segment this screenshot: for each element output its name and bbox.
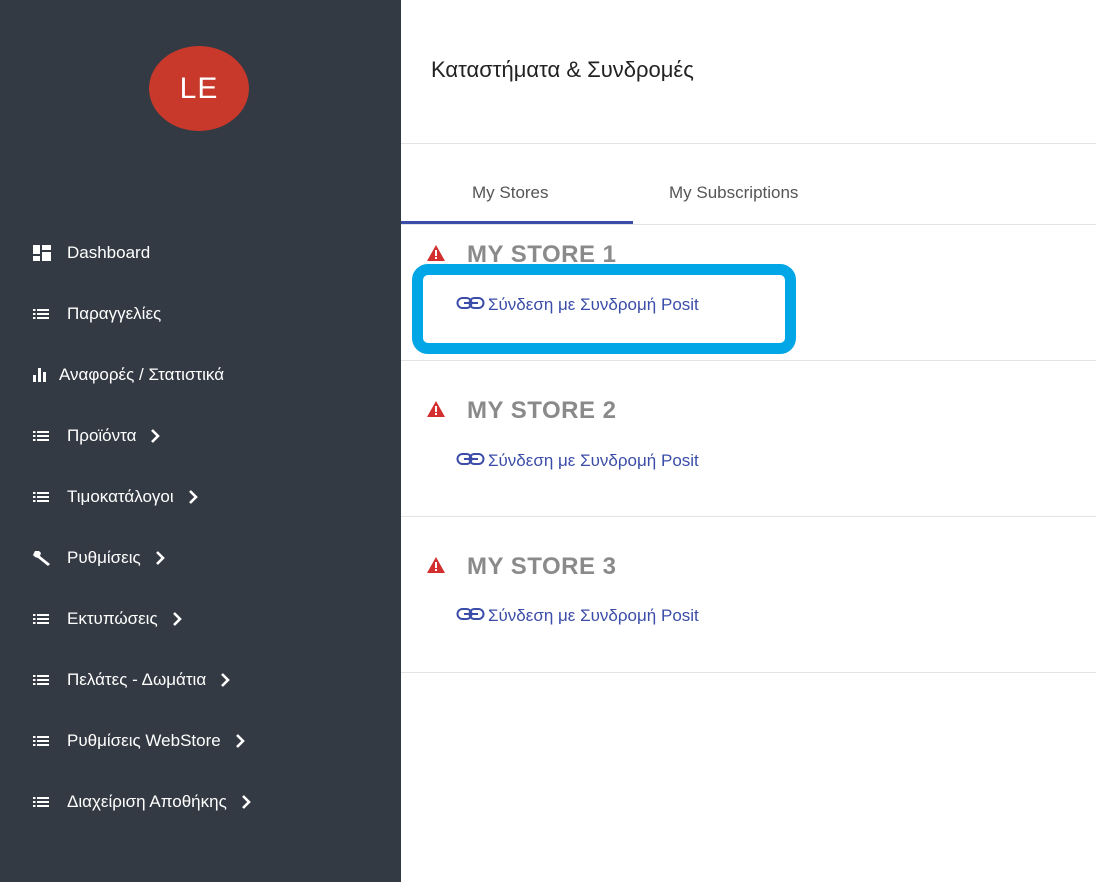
link-subscription-button[interactable]: Σύνδεση με Συνδρομή Posit: [456, 606, 699, 626]
store-name: MY STORE 2: [467, 397, 617, 424]
store-card: MY STORE 3 Σύνδεση με Συνδρομή Posit: [401, 517, 1096, 672]
sidebar-item-dashboard[interactable]: Dashboard: [0, 222, 401, 283]
sidebar-item-label: Τιμοκατάλογοι: [67, 486, 174, 506]
sidebar-item-orders[interactable]: Παραγγελίες: [0, 283, 401, 344]
chevron-right-icon: [235, 733, 245, 748]
link-icon: [456, 451, 488, 471]
sidebar-item-label: Αναφορές / Στατιστικά: [59, 364, 225, 384]
sidebar-nav: Dashboard Παραγγελίες Αναφορές / Στατιστ…: [0, 222, 401, 832]
link-label: Σύνδεση με Συνδρομή Posit: [488, 451, 699, 470]
list-icon: [33, 796, 59, 808]
tab-my-subscriptions[interactable]: My Subscriptions: [669, 163, 798, 224]
wrench-icon: [33, 549, 59, 567]
link-label: Σύνδεση με Συνδρομή Posit: [488, 606, 699, 625]
sidebar-item-pricelists[interactable]: Τιμοκατάλογοι: [0, 466, 401, 527]
sidebar-item-label: Ρυθμίσεις WebStore: [67, 730, 221, 750]
link-icon: [456, 606, 488, 626]
list-icon: [33, 308, 59, 320]
chevron-right-icon: [241, 794, 251, 809]
avatar[interactable]: LE: [149, 46, 249, 131]
chevron-right-icon: [150, 428, 161, 443]
sidebar-item-reports[interactable]: Αναφορές / Στατιστικά: [0, 344, 401, 405]
sidebar-item-webstore-settings[interactable]: Ρυθμίσεις WebStore: [0, 710, 401, 771]
sidebar-item-products[interactable]: Προϊόντα: [0, 405, 401, 466]
divider: [401, 143, 1096, 144]
tab-bar: My Stores My Subscriptions: [401, 163, 1096, 225]
store-name: MY STORE 3: [467, 553, 617, 580]
link-subscription-button[interactable]: Σύνδεση με Συνδρομή Posit: [456, 451, 699, 471]
sidebar-item-label: Προϊόντα: [67, 425, 137, 445]
list-icon: [33, 430, 59, 442]
chevron-right-icon: [220, 672, 230, 687]
list-icon: [33, 735, 59, 747]
store-header: MY STORE 2: [427, 397, 617, 425]
sidebar: LE Dashboard Παραγγελίες Αναφορές / Στατ…: [0, 0, 401, 882]
bar-chart-icon: [33, 367, 55, 382]
sidebar-item-settings[interactable]: Ρυθμίσεις: [0, 527, 401, 588]
store-card: MY STORE 2 Σύνδεση με Συνδρομή Posit: [401, 361, 1096, 516]
list-icon: [33, 674, 59, 686]
store-header: MY STORE 3: [427, 553, 617, 581]
page-title: Καταστήματα & Συνδρομές: [431, 57, 694, 82]
sidebar-item-label: Dashboard: [67, 242, 151, 262]
sidebar-item-label: Πελάτες - Δωμάτια: [67, 669, 207, 689]
main-content: Καταστήματα & Συνδρομές My Stores My Sub…: [401, 0, 1096, 882]
sidebar-item-prints[interactable]: Εκτυπώσεις: [0, 588, 401, 649]
sidebar-item-label: Ρυθμίσεις: [67, 547, 141, 567]
tab-my-stores[interactable]: My Stores: [472, 163, 549, 224]
divider: [401, 672, 1096, 673]
sidebar-item-label: Εκτυπώσεις: [67, 608, 158, 628]
sidebar-item-label: Παραγγελίες: [67, 303, 162, 323]
sidebar-item-customers-rooms[interactable]: Πελάτες - Δωμάτια: [0, 649, 401, 710]
chevron-right-icon: [188, 489, 198, 504]
list-icon: [33, 613, 59, 625]
dashboard-icon: [33, 244, 59, 261]
highlight-box: [412, 264, 796, 354]
chevron-right-icon: [155, 550, 165, 565]
warning-icon: [427, 400, 445, 422]
warning-icon: [427, 556, 445, 578]
warning-icon: [427, 244, 445, 266]
sidebar-item-warehouse[interactable]: Διαχείριση Αποθήκης: [0, 771, 401, 832]
list-icon: [33, 491, 59, 503]
chevron-right-icon: [172, 611, 182, 626]
sidebar-item-label: Διαχείριση Αποθήκης: [67, 791, 227, 811]
